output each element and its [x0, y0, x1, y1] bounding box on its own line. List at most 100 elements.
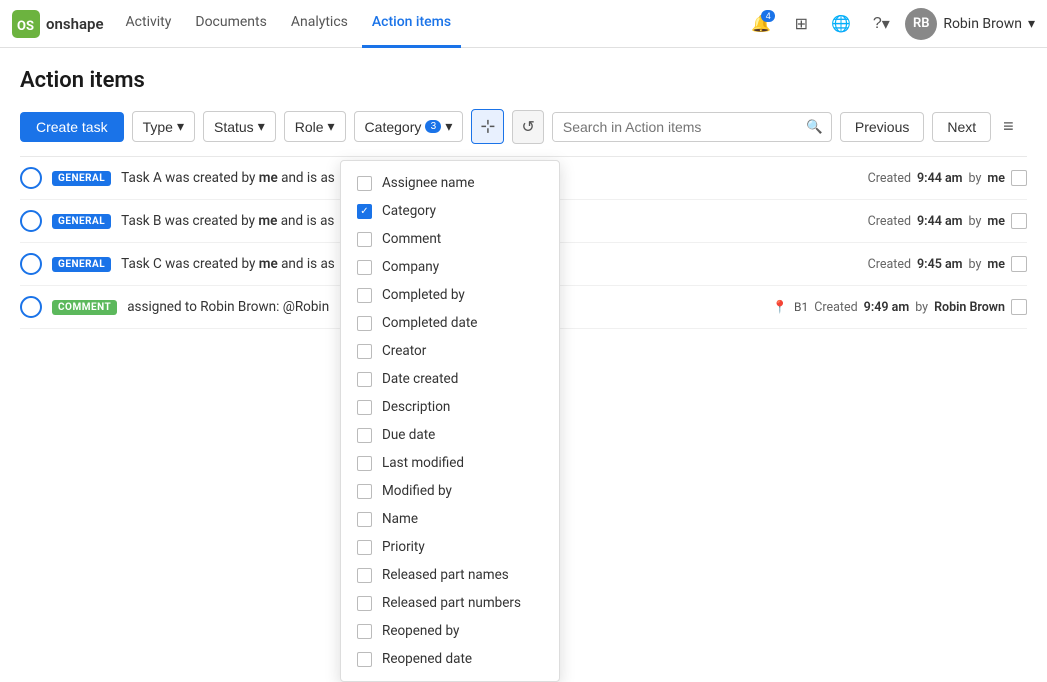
- column-checkbox[interactable]: [357, 232, 372, 247]
- history-icon: ↺: [521, 117, 534, 137]
- column-label: Completed date: [382, 315, 477, 331]
- role-filter-label: Role: [295, 119, 324, 135]
- globe-button[interactable]: 🌐: [825, 8, 857, 40]
- task-status-circle[interactable]: [20, 167, 42, 189]
- list-item[interactable]: Released part numbers: [341, 589, 559, 617]
- column-checkbox[interactable]: [357, 288, 372, 303]
- history-button[interactable]: ↺: [512, 110, 543, 144]
- column-checkbox[interactable]: [357, 568, 372, 583]
- task-checkbox[interactable]: [1011, 170, 1027, 186]
- column-checkbox[interactable]: [357, 428, 372, 443]
- column-checkbox[interactable]: [357, 176, 372, 191]
- task-status-circle[interactable]: [20, 210, 42, 232]
- user-name: Robin Brown: [943, 16, 1022, 32]
- previous-button[interactable]: Previous: [840, 112, 924, 142]
- list-item[interactable]: Creator: [341, 337, 559, 365]
- column-checkbox[interactable]: [357, 344, 372, 359]
- task-status-circle[interactable]: [20, 253, 42, 275]
- task-created-label: Created: [814, 300, 857, 315]
- column-label: Creator: [382, 343, 426, 359]
- list-item[interactable]: Date created: [341, 365, 559, 393]
- list-item[interactable]: Priority: [341, 533, 559, 561]
- role-chevron-icon: ▾: [328, 118, 335, 135]
- svg-text:OS: OS: [17, 19, 34, 34]
- nav-documents[interactable]: Documents: [185, 0, 276, 48]
- task-by-label: by: [969, 214, 982, 229]
- column-label: Modified by: [382, 483, 452, 499]
- column-checkbox[interactable]: [357, 540, 372, 555]
- task-created-label: Created: [868, 214, 911, 229]
- task-by-label: by: [969, 171, 982, 186]
- role-filter-button[interactable]: Role ▾: [284, 111, 346, 142]
- status-filter-label: Status: [214, 119, 254, 135]
- column-label: Last modified: [382, 455, 464, 471]
- onshape-logo-icon: OS: [12, 10, 40, 38]
- task-created-label: Created: [868, 257, 911, 272]
- search-button[interactable]: 🔍: [798, 113, 831, 141]
- status-filter-button[interactable]: Status ▾: [203, 111, 276, 142]
- list-item[interactable]: Completed by: [341, 281, 559, 309]
- list-item[interactable]: ✓ Category: [341, 197, 559, 225]
- create-task-button[interactable]: Create task: [20, 112, 124, 142]
- nav-activity[interactable]: Activity: [116, 0, 182, 48]
- task-checkbox[interactable]: [1011, 256, 1027, 272]
- column-checkbox[interactable]: [357, 624, 372, 639]
- task-created-label: Created: [868, 171, 911, 186]
- column-checkbox[interactable]: [357, 372, 372, 387]
- column-checkbox[interactable]: [357, 316, 372, 331]
- notifications-button[interactable]: 🔔 4: [745, 8, 777, 40]
- list-item[interactable]: Modified by: [341, 477, 559, 505]
- task-time: 9:49 am: [864, 300, 910, 315]
- list-item[interactable]: Due date: [341, 421, 559, 449]
- list-item[interactable]: Reopened date: [341, 645, 559, 673]
- nav-right: 🔔 4 ⊞ 🌐 ?▾ RB Robin Brown ▾: [745, 8, 1035, 40]
- list-item[interactable]: Comment: [341, 225, 559, 253]
- column-label: Reopened date: [382, 651, 472, 667]
- task-checkbox[interactable]: [1011, 299, 1027, 315]
- list-item[interactable]: Description: [341, 393, 559, 421]
- task-user: Robin Brown: [934, 300, 1005, 315]
- column-label: Category: [382, 203, 436, 219]
- list-item[interactable]: Completed date: [341, 309, 559, 337]
- column-checkbox[interactable]: ✓: [357, 204, 372, 219]
- list-item[interactable]: Company: [341, 253, 559, 281]
- task-checkbox[interactable]: [1011, 213, 1027, 229]
- column-checkbox[interactable]: [357, 456, 372, 471]
- status-chevron-icon: ▾: [258, 118, 265, 135]
- list-item[interactable]: Reopened by: [341, 617, 559, 645]
- columns-toggle-button[interactable]: ⊹: [471, 109, 504, 144]
- nav-analytics[interactable]: Analytics: [281, 0, 358, 48]
- category-filter-button[interactable]: Category 3 ▾: [354, 111, 464, 142]
- list-item[interactable]: Assignee name: [341, 169, 559, 197]
- task-by-label: by: [969, 257, 982, 272]
- column-checkbox[interactable]: [357, 400, 372, 415]
- task-time: 9:44 am: [917, 214, 963, 229]
- pin-icon: 📍: [772, 300, 788, 315]
- category-chevron-icon: ▾: [445, 118, 452, 135]
- list-item[interactable]: Last modified: [341, 449, 559, 477]
- column-checkbox[interactable]: [357, 596, 372, 611]
- search-input[interactable]: [553, 113, 798, 141]
- column-checkbox[interactable]: [357, 652, 372, 667]
- type-filter-label: Type: [143, 119, 173, 135]
- column-checkbox[interactable]: [357, 512, 372, 527]
- nav-action-items[interactable]: Action items: [362, 0, 461, 48]
- task-status-circle[interactable]: [20, 296, 42, 318]
- task-meta: 📍 B1 Created 9:49 am by Robin Brown: [772, 299, 1027, 315]
- list-item[interactable]: Name: [341, 505, 559, 533]
- column-checkbox[interactable]: [357, 484, 372, 499]
- type-filter-button[interactable]: Type ▾: [132, 111, 195, 142]
- list-view-button[interactable]: ≡: [999, 112, 1018, 141]
- category-filter-badge: 3: [425, 120, 441, 133]
- task-time: 9:45 am: [917, 257, 963, 272]
- list-item[interactable]: Released part names: [341, 561, 559, 589]
- help-button[interactable]: ?▾: [865, 8, 897, 40]
- next-button[interactable]: Next: [932, 112, 991, 142]
- logo[interactable]: OS onshape: [12, 10, 104, 38]
- grid-button[interactable]: ⊞: [785, 8, 817, 40]
- navbar: OS onshape Activity Documents Analytics …: [0, 0, 1047, 48]
- user-menu[interactable]: RB Robin Brown ▾: [905, 8, 1035, 40]
- user-menu-chevron: ▾: [1028, 16, 1035, 32]
- toolbar: Create task Type ▾ Status ▾ Role ▾ Categ…: [20, 109, 1027, 144]
- column-checkbox[interactable]: [357, 260, 372, 275]
